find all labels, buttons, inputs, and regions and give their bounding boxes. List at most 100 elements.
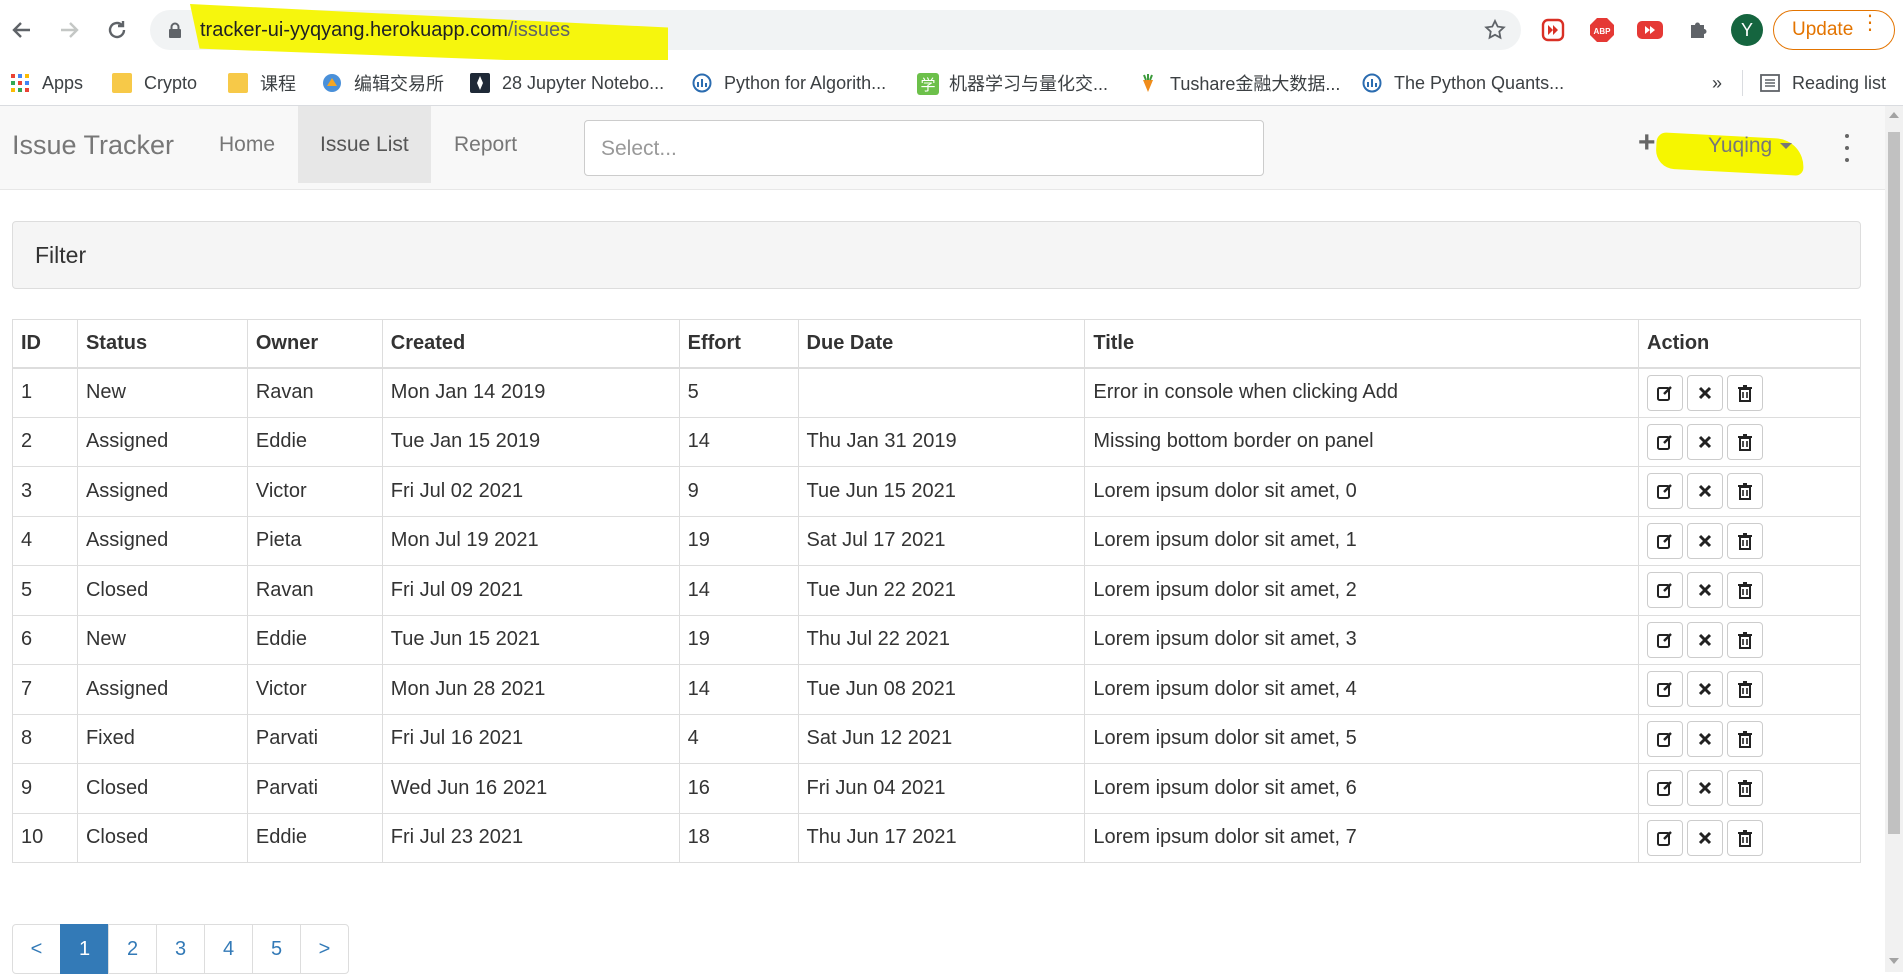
close-issue-button[interactable] <box>1687 572 1724 609</box>
bookmark-kecheng[interactable]: 课程 <box>228 68 296 98</box>
chrome-menu-icon: ⋮ <box>1860 12 1880 34</box>
close-issue-button[interactable] <box>1687 671 1724 708</box>
exchange-icon <box>322 73 342 93</box>
cell-id: 3 <box>12 466 78 517</box>
header-due-date: Due Date <box>797 319 1086 369</box>
edit-button[interactable] <box>1647 522 1684 559</box>
cell-id: 4 <box>12 515 78 566</box>
nav-report[interactable]: Report <box>432 106 539 183</box>
close-issue-button[interactable] <box>1687 819 1724 856</box>
reading-list-button[interactable]: Reading list <box>1760 68 1886 98</box>
reload-icon[interactable] <box>101 14 133 46</box>
trash-icon <box>1737 384 1753 402</box>
address-bar[interactable]: tracker-ui-yyqyang.herokuapp.com/issues <box>150 4 1521 66</box>
page-2[interactable]: 2 <box>108 924 157 974</box>
edit-button[interactable] <box>1647 423 1684 460</box>
close-issue-button[interactable] <box>1687 423 1724 460</box>
more-options-icon[interactable] <box>1842 134 1852 162</box>
table-row: 5 Closed Ravan Fri Jul 09 2021 14 Tue Jun 22 … <box>12 565 1861 616</box>
edit-button[interactable] <box>1647 819 1684 856</box>
site-icon <box>692 73 712 93</box>
filter-panel[interactable]: Filter <box>12 221 1861 289</box>
trash-icon <box>1737 581 1753 600</box>
page-1[interactable]: 1 <box>60 924 109 974</box>
page-scrollbar[interactable] <box>1885 106 1903 972</box>
edit-icon <box>1656 384 1674 402</box>
bookmark-label: 机器学习与量化交... <box>949 74 1109 94</box>
close-issue-button[interactable] <box>1687 621 1724 658</box>
close-icon <box>1697 780 1713 796</box>
cell-due: Tue Jun 22 2021 <box>797 565 1086 616</box>
bookmark-python-algo[interactable]: Python for Algorith... <box>692 68 886 98</box>
delete-button[interactable] <box>1727 819 1764 856</box>
page-3[interactable]: 3 <box>156 924 205 974</box>
edit-button[interactable] <box>1647 770 1684 807</box>
add-issue-plus-icon[interactable]: + <box>1638 126 1656 160</box>
url-text[interactable]: tracker-ui-yyqyang.herokuapp.com/issues <box>200 19 570 42</box>
delete-button[interactable] <box>1727 671 1764 708</box>
extensions-puzzle-icon[interactable] <box>1684 16 1712 44</box>
table-row: 4 Assigned Pieta Mon Jul 19 2021 19 Sat Jul 1… <box>12 515 1861 566</box>
delete-button[interactable] <box>1727 423 1764 460</box>
issue-search-select[interactable]: Select... <box>584 120 1264 176</box>
back-icon[interactable] <box>6 14 38 46</box>
profile-avatar[interactable]: Y <box>1731 14 1763 46</box>
adblock-plus-icon[interactable]: ABP <box>1588 16 1616 44</box>
delete-button[interactable] <box>1727 473 1764 510</box>
trash-icon <box>1737 433 1753 451</box>
user-dropdown[interactable]: Yuqing <box>1708 134 1793 158</box>
delete-button[interactable] <box>1727 374 1764 411</box>
cell-created: Mon Jun 28 2021 <box>381 664 680 715</box>
edit-button[interactable] <box>1647 720 1684 757</box>
filter-title[interactable]: Filter <box>35 242 86 269</box>
bookmark-ml-quant[interactable]: 学 机器学习与量化交... <box>917 68 1108 98</box>
nav-home[interactable]: Home <box>197 106 297 183</box>
delete-button[interactable] <box>1727 770 1764 807</box>
bookmark-label: 编辑交易所 <box>354 74 444 94</box>
close-issue-button[interactable] <box>1687 473 1724 510</box>
cell-id: 5 <box>12 565 78 616</box>
forward-icon[interactable] <box>53 14 85 46</box>
bookmark-tushare[interactable]: Tushare金融大数据... <box>1138 68 1340 98</box>
close-issue-button[interactable] <box>1687 522 1724 559</box>
more-bookmarks-chevron[interactable]: » <box>1712 68 1722 98</box>
brand-title[interactable]: Issue Tracker <box>12 130 174 161</box>
close-issue-button[interactable] <box>1687 374 1724 411</box>
delete-button[interactable] <box>1727 720 1764 757</box>
delete-button[interactable] <box>1727 522 1764 559</box>
bookmark-apps[interactable]: Apps <box>10 68 83 98</box>
edit-button[interactable] <box>1647 374 1684 411</box>
bookmark-star-icon[interactable] <box>1483 18 1507 47</box>
cell-id: 7 <box>12 664 78 715</box>
edit-button[interactable] <box>1647 621 1684 658</box>
cell-effort: 4 <box>678 713 799 764</box>
close-issue-button[interactable] <box>1687 770 1724 807</box>
scroll-down-arrow-icon[interactable] <box>1889 958 1899 964</box>
reading-list-icon <box>1760 73 1780 93</box>
scroll-thumb[interactable] <box>1888 132 1900 834</box>
cell-id: 6 <box>12 614 78 665</box>
update-button[interactable]: Update ⋮ <box>1773 10 1895 50</box>
edit-button[interactable] <box>1647 572 1684 609</box>
delete-button[interactable] <box>1727 621 1764 658</box>
edit-button[interactable] <box>1647 473 1684 510</box>
close-issue-button[interactable] <box>1687 720 1724 757</box>
bookmark-crypto[interactable]: Crypto <box>112 68 197 98</box>
page-prev[interactable]: < <box>12 924 61 974</box>
youtube-extension-icon[interactable] <box>1636 16 1664 44</box>
pagination: < 1 2 3 4 5 > <box>12 924 349 974</box>
page-next[interactable]: > <box>300 924 349 974</box>
edit-icon <box>1656 631 1674 649</box>
bookmark-jupyter[interactable]: 28 Jupyter Notebo... <box>470 68 664 98</box>
bookmark-exchange[interactable]: 编辑交易所 <box>322 68 444 98</box>
delete-button[interactable] <box>1727 572 1764 609</box>
extension-video-speed-icon[interactable] <box>1539 16 1567 44</box>
lock-icon[interactable] <box>168 22 182 43</box>
bookmark-python-quants[interactable]: The Python Quants... <box>1362 68 1564 98</box>
nav-issue-list[interactable]: Issue List <box>298 106 431 183</box>
scroll-up-arrow-icon[interactable] <box>1889 112 1899 118</box>
edit-button[interactable] <box>1647 671 1684 708</box>
page-5[interactable]: 5 <box>252 924 301 974</box>
cell-owner: Eddie <box>246 614 383 665</box>
page-4[interactable]: 4 <box>204 924 253 974</box>
